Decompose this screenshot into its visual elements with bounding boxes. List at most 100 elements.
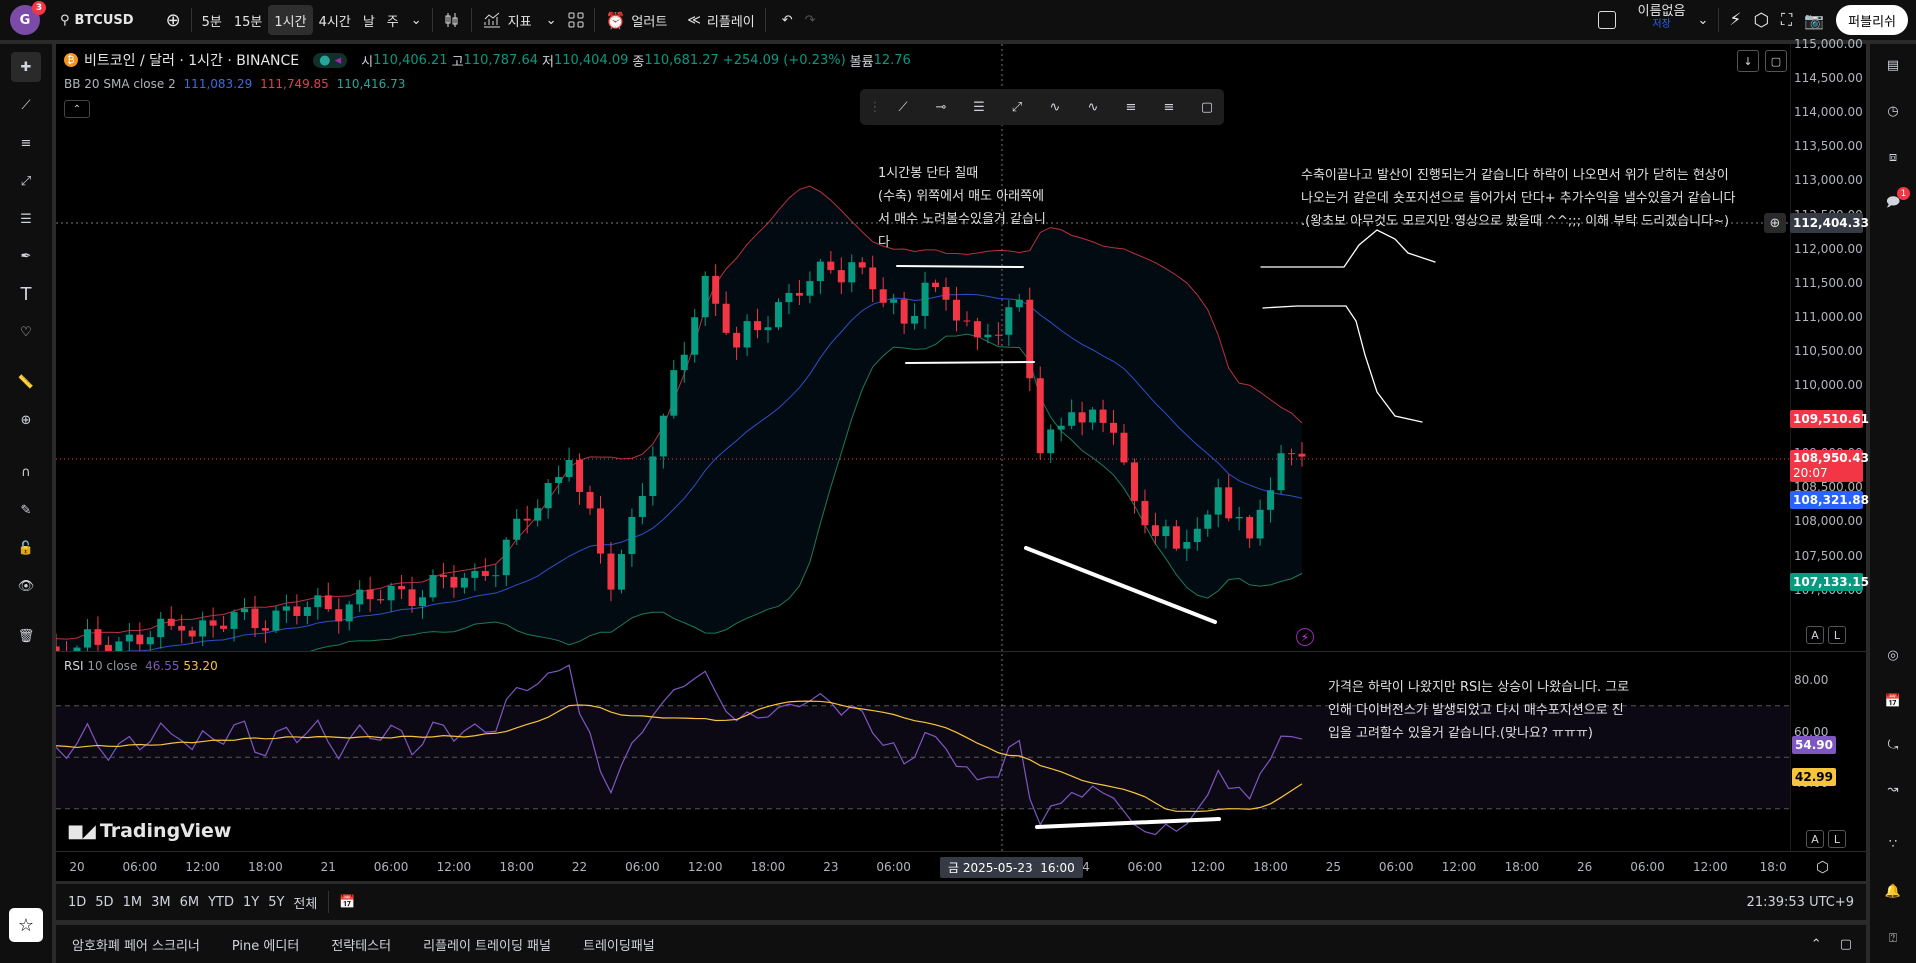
chart-canvas[interactable] [0, 0, 1916, 963]
price-axis-label: 110,000.00 [1794, 378, 1863, 392]
candle-body [754, 321, 762, 331]
time-axis-label: 26 [1577, 860, 1593, 874]
divider [328, 891, 330, 913]
candle-body [366, 589, 374, 600]
candle-body [649, 456, 657, 497]
note-line: 1시간봉 단타 칠때 [878, 166, 979, 181]
candle-body [890, 299, 898, 303]
trendline-icon[interactable]: ⟋ [888, 95, 918, 119]
low-value: 110,404.09 [553, 52, 629, 68]
candle-body [167, 618, 175, 626]
elliott-wave-icon[interactable]: ∿ [1040, 95, 1070, 119]
go-to-date-button[interactable]: 📅 [339, 895, 355, 910]
candle-body [900, 299, 908, 324]
market-status-icon[interactable]: ● ◂ [313, 52, 348, 68]
fib-extension-icon[interactable]: ≡ [1154, 95, 1184, 119]
candle-body [261, 628, 269, 631]
chevron-up-icon: ⌃ [1810, 936, 1822, 952]
bar-countdown: 20:07 [1793, 466, 1828, 480]
tradingview-logo[interactable]: ■◢ TradingView [67, 820, 232, 842]
candle-body [858, 262, 866, 268]
rectangle-icon[interactable]: ▢ [1192, 95, 1222, 119]
candle-body [1235, 516, 1243, 519]
bb-basis-value: 111,083.29 [183, 77, 253, 91]
range-all[interactable]: 전체 [293, 893, 317, 912]
annotation-note-2[interactable]: 수축이끝나고 발산이 진행되는거 같습니다 하락이 나오면서 위가 닫히는 현상… [1301, 164, 1736, 233]
candle-body [984, 334, 992, 338]
time-axis-label: 06:00 [876, 860, 911, 874]
bitcoin-icon: ₿ [64, 53, 78, 67]
tab-trading-panel[interactable]: 트레이딩패널 [583, 935, 655, 954]
range-5d[interactable]: 5D [95, 895, 113, 910]
tab-crypto-screener[interactable]: 암호화폐 페어 스크리너 [72, 935, 200, 954]
tab-replay-trading-panel[interactable]: 리플레이 트레이딩 패널 [423, 935, 551, 954]
clock-timezone[interactable]: 21:39:53 UTC+9 [1747, 895, 1854, 910]
range-3m[interactable]: 3M [151, 895, 171, 910]
time-axis-label: 22 [571, 860, 588, 874]
expand-panel-button[interactable]: ⌃ [1811, 937, 1822, 952]
last-price: 108,950.43 [1793, 451, 1869, 465]
candle-body [659, 415, 667, 457]
candle-body [492, 575, 500, 577]
crosshair-price-tag: 112,404.33 [1790, 213, 1869, 233]
price-axis-label: 115,000.00 [1794, 37, 1863, 51]
range-5y[interactable]: 5Y [268, 895, 284, 910]
range-6m[interactable]: 6M [180, 895, 200, 910]
candle-body [1267, 490, 1275, 510]
candle-body [398, 585, 406, 590]
auto-scale-button[interactable]: A [1806, 626, 1824, 644]
annotation-note-3[interactable]: 가격은 하락이 나왔지만 RSI는 상승이 나왔습니다. 그로 인해 다이버전스가… [1328, 676, 1629, 745]
range-ytd[interactable]: YTD [208, 895, 234, 910]
maximize-pane-button[interactable]: ▢ [1765, 50, 1787, 72]
floating-drawing-toolbar: ⋮ ⟋ ⊸ ☰ ⤢ ∿ ∿ ≡ ≡ ▢ [860, 89, 1224, 125]
candle-body [994, 334, 1002, 336]
tab-strategy-tester[interactable]: 전략테스터 [331, 935, 391, 954]
candle-body [94, 629, 102, 645]
rsi-auto-scale-button[interactable]: A [1806, 830, 1824, 848]
candle-body [272, 610, 280, 631]
bb-upper-price-tag: 109,510.61 [1790, 410, 1869, 428]
rsi-log-scale-button[interactable]: L [1828, 830, 1846, 848]
drag-handle-icon[interactable]: ⋮ [869, 95, 882, 119]
collapse-legend-button[interactable]: ⌃ [64, 100, 90, 118]
log-scale-button[interactable]: L [1828, 626, 1846, 644]
fib-retracement-icon[interactable]: ≡ [1116, 95, 1146, 119]
annotation-note-1[interactable]: 1시간봉 단타 칠때 (수축) 위쪽에서 매도 아래쪽에 서 매수 노려볼수있을거 … [878, 162, 1046, 254]
maximize-panel-button[interactable]: ▢ [1840, 937, 1852, 952]
candle-body [879, 289, 887, 303]
candle-body [419, 597, 427, 606]
plus-circle-icon: ⊕ [1769, 215, 1781, 231]
candle-body [774, 302, 782, 328]
time-axis-settings-button[interactable]: ⬡ [1816, 858, 1829, 876]
tab-pine-editor[interactable]: Pine 에디터 [232, 935, 299, 954]
abc-pattern-icon[interactable]: ∿ [1078, 95, 1108, 119]
candle-body [523, 518, 531, 521]
candle-body [450, 576, 458, 588]
time-axis-label: 12:00 [185, 860, 220, 874]
freehand-curve-2 [1262, 305, 1423, 423]
add-alert-at-price-button[interactable]: ⊕ [1764, 213, 1786, 233]
candle-body [1015, 299, 1023, 308]
range-1m[interactable]: 1M [123, 895, 143, 910]
rsi-params: 10 close [87, 659, 138, 673]
time-axis-label: 12:00 [687, 860, 723, 874]
maximize-icon: ▢ [1770, 54, 1782, 68]
hexagon-gear-icon: ⬡ [1816, 858, 1830, 876]
bb-lower-price-tag: 107,133.15 [1790, 573, 1869, 591]
candle-body [1298, 453, 1306, 457]
rsi-legend[interactable]: RSI 10 close 46.55 53.20 [64, 659, 218, 673]
horizontal-ray-icon[interactable]: ⊸ [926, 95, 956, 119]
parallel-channel-icon[interactable]: ☰ [964, 95, 994, 119]
bb-legend[interactable]: BB 20 SMA close 2 111,083.29 111,749.85 … [64, 77, 405, 91]
candle-body [534, 508, 542, 521]
candle-body [565, 460, 573, 478]
xabcd-pattern-icon[interactable]: ⤢ [1002, 95, 1032, 119]
range-1d[interactable]: 1D [68, 895, 86, 910]
candle-body [460, 577, 468, 588]
range-1y[interactable]: 1Y [243, 895, 259, 910]
candle-body [576, 460, 584, 492]
lightning-event-icon[interactable]: ⚡ [1296, 628, 1314, 646]
candle-body [1047, 429, 1055, 454]
scroll-to-latest-button[interactable]: ↓ [1737, 50, 1759, 72]
symbol-title[interactable]: 비트코인 / 달러 · 1시간 · BINANCE [84, 50, 299, 70]
